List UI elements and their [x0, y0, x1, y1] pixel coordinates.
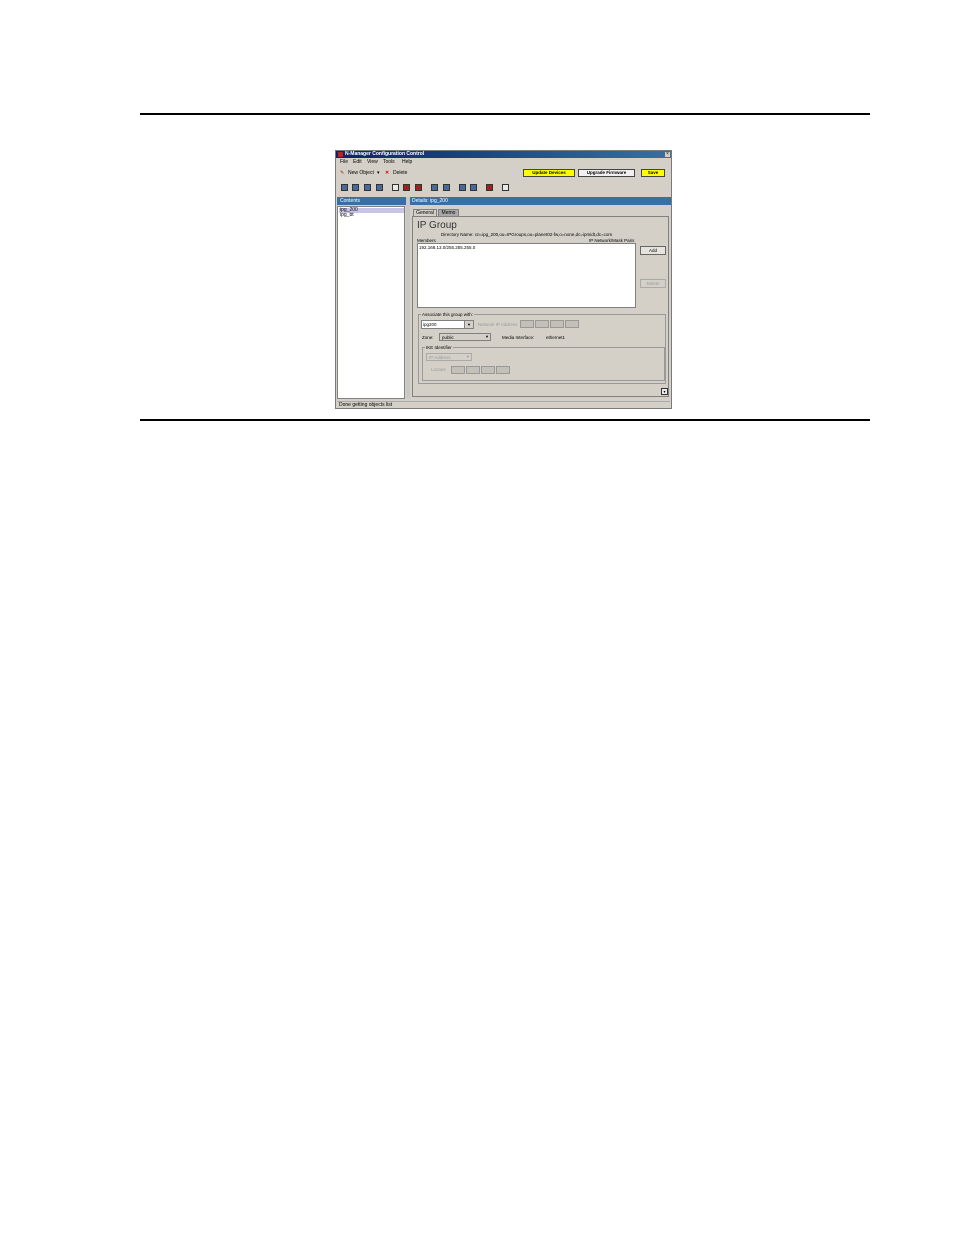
- associate-value: ipg200: [423, 322, 437, 327]
- certificate-icon[interactable]: [470, 184, 477, 191]
- new-object-icon: ✎: [340, 170, 345, 176]
- update-devices-button[interactable]: Update Devices: [523, 169, 575, 177]
- locator-octet-field[interactable]: [466, 366, 480, 374]
- save-button[interactable]: Save: [641, 169, 665, 177]
- list-item[interactable]: ipg_bt: [339, 213, 404, 218]
- menu-bar: File Edit View Tools Help: [336, 158, 671, 166]
- host-icon[interactable]: [364, 184, 371, 191]
- ike-legend: IKE Identifier: [425, 345, 453, 350]
- page-title: IP Group: [417, 220, 457, 231]
- locator-octet-field[interactable]: [451, 366, 465, 374]
- vpn-icon[interactable]: [459, 184, 466, 191]
- ip-octet-field[interactable]: [565, 320, 579, 328]
- details-header: Details: ipg_200: [410, 197, 671, 205]
- new-object-dropdown-icon[interactable]: ▾: [377, 170, 380, 176]
- media-interface-value: ethernet1: [546, 335, 566, 340]
- chevron-down-icon: ▼: [485, 334, 489, 339]
- rule-icon[interactable]: [415, 184, 422, 191]
- alarm-icon[interactable]: [486, 184, 493, 191]
- tab-memo[interactable]: Memo: [438, 209, 459, 216]
- zone-select[interactable]: public ▼: [439, 333, 491, 341]
- associate-group: Associate this group with: ipg200 ▼ Netw…: [418, 312, 666, 384]
- ip-octet-field[interactable]: [520, 320, 534, 328]
- bottom-rule: [140, 419, 870, 421]
- details-pane: Details: ipg_200 General Memo IP Group D…: [410, 197, 671, 399]
- menu-tools[interactable]: Tools: [383, 158, 395, 166]
- chevron-down-icon: ▼: [466, 354, 470, 359]
- network-icon[interactable]: [352, 184, 359, 191]
- report-icon[interactable]: [502, 184, 509, 191]
- menu-file[interactable]: File: [340, 158, 348, 166]
- ike-identifier-group: IKE Identifier IP Address ▼ Locator: [422, 345, 665, 381]
- ip-octet-field[interactable]: [550, 320, 564, 328]
- ike-type-select[interactable]: IP Address ▼: [426, 353, 472, 361]
- associate-legend: Associate this group with:: [421, 312, 475, 317]
- window-title: N-Manager Configuration Control: [345, 151, 425, 157]
- tab-general[interactable]: General: [413, 209, 437, 216]
- ip-octet-field[interactable]: [535, 320, 549, 328]
- zone-label: Zone:: [422, 335, 434, 340]
- contents-list[interactable]: ipg_200 ipg_bt: [337, 206, 405, 399]
- network-address-label: Network IP Address: [478, 322, 518, 327]
- add-button[interactable]: Add: [640, 246, 666, 255]
- list-item[interactable]: 192.168.13.0/255.255.255.0: [419, 245, 475, 250]
- contents-header: Contents: [337, 197, 406, 205]
- zone-icon[interactable]: [443, 184, 450, 191]
- application-window: N-Manager Configuration Control × File E…: [335, 150, 672, 409]
- top-rule: [140, 113, 870, 115]
- new-object-button[interactable]: New Object: [348, 170, 374, 176]
- policy-icon[interactable]: [403, 184, 410, 191]
- status-bar: Done getting objects list: [337, 401, 670, 408]
- media-interface-label: Media Interface:: [502, 335, 535, 340]
- upgrade-firmware-button[interactable]: Upgrade Firmware: [578, 169, 635, 177]
- associate-combo[interactable]: ipg200 ▼: [421, 320, 474, 329]
- zone-value: public: [442, 335, 454, 340]
- chevron-down-icon[interactable]: ▼: [464, 321, 473, 328]
- general-panel: IP Group Directory Name: cn=ipg_200,ou=I…: [412, 216, 669, 397]
- title-bar[interactable]: N-Manager Configuration Control ×: [336, 151, 671, 158]
- ip-group-icon[interactable]: [431, 184, 438, 191]
- contents-pane: Contents ipg_200 ipg_bt: [337, 197, 406, 399]
- locator-label: Locator: [431, 367, 447, 372]
- menu-edit[interactable]: Edit: [353, 158, 362, 166]
- collapse-icon[interactable]: ▾: [661, 388, 668, 395]
- menu-help[interactable]: Help: [402, 158, 412, 166]
- directory-name: Directory Name: cn=ipg_200,ou=IPGroups,o…: [441, 232, 613, 237]
- user-icon[interactable]: [376, 184, 383, 191]
- locator-octet-field[interactable]: [481, 366, 495, 374]
- close-icon[interactable]: ×: [665, 152, 670, 157]
- menu-view[interactable]: View: [367, 158, 378, 166]
- main-toolbar: ✎ New Object ▾ ✕ Delete Update Devices U…: [336, 167, 671, 179]
- service-icon[interactable]: [392, 184, 399, 191]
- app-icon: [338, 152, 343, 157]
- members-list[interactable]: 192.168.13.0/255.255.255.0: [417, 243, 636, 308]
- delete-button[interactable]: Delete: [393, 170, 407, 176]
- locator-octet-field[interactable]: [496, 366, 510, 374]
- device-icon[interactable]: [341, 184, 348, 191]
- delete-member-button[interactable]: Delete: [640, 279, 666, 288]
- object-toolbar: [336, 183, 671, 193]
- ike-type-value: IP Address: [429, 355, 451, 360]
- delete-icon: ✕: [385, 170, 390, 176]
